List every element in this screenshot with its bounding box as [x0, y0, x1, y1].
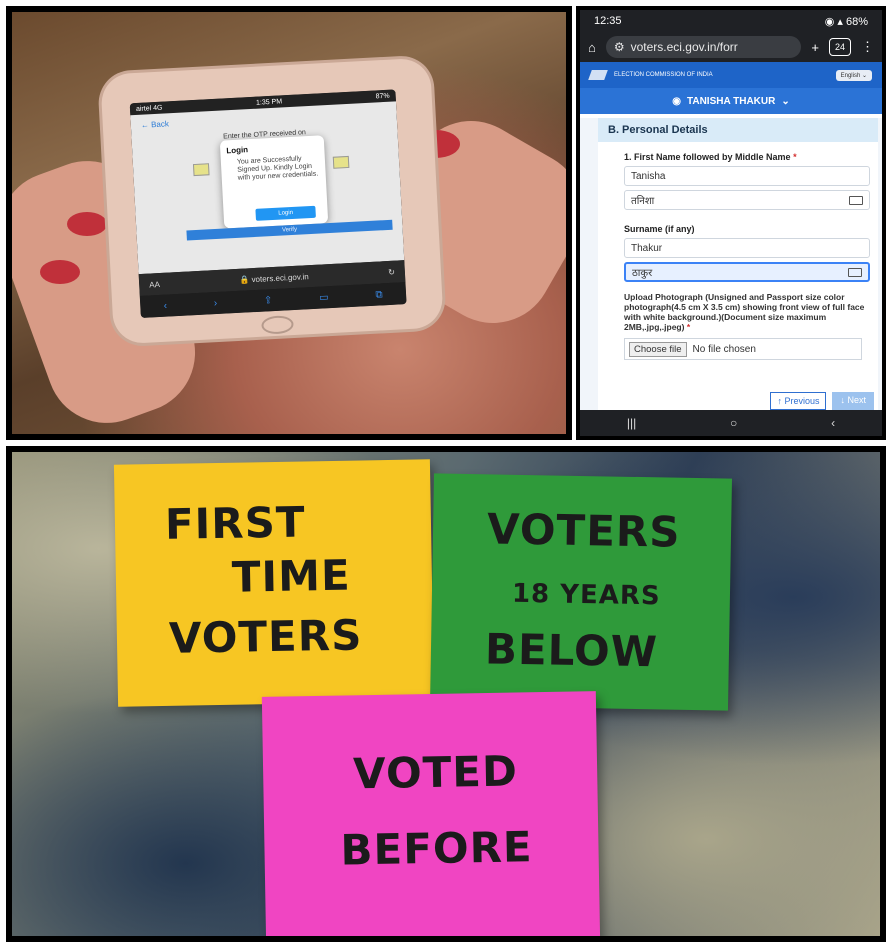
fabric-background: FIRST TIME VOTERS VOTERS 18 YEARS BELOW … [12, 452, 880, 936]
dialog-message: You are Successfully Signed Up. Kindly L… [236, 155, 319, 182]
dialog-title: Login [226, 145, 249, 156]
form-area: B. Personal Details 1. First Name follow… [580, 118, 882, 410]
first-name-input[interactable]: Tanisha [624, 166, 870, 186]
upload-photo-label: Upload Photograph (Unsigned and Passport… [624, 292, 865, 332]
url-text: 🔒 voters.eci.gov.in [239, 271, 309, 285]
nail [67, 212, 107, 236]
surname-input[interactable]: Thakur [624, 238, 870, 258]
home-icon[interactable]: ⌂ [588, 40, 596, 55]
eci-logo-icon [588, 70, 608, 80]
photo-background: airtel 4G 1:35 PM 87% ← Back Enter the O… [12, 12, 566, 434]
text-size-button[interactable]: AA [149, 279, 160, 289]
surname-label: Surname (if any) [624, 224, 695, 234]
home-button-icon [261, 315, 294, 335]
nail [40, 260, 80, 284]
voters-18-below-box: VOTERS 18 YEARS BELOW [429, 473, 733, 711]
photo-ballot-boxes: FIRST TIME VOTERS VOTERS 18 YEARS BELOW … [6, 446, 886, 942]
personal-details-card: B. Personal Details 1. First Name follow… [598, 118, 878, 410]
tab-count-button[interactable]: 24 [829, 38, 851, 56]
bookmarks-icon[interactable]: ▭ [319, 292, 329, 303]
iphone: airtel 4G 1:35 PM 87% ← Back Enter the O… [100, 57, 444, 345]
eci-org-name: ELECTION COMMISSION OF INDIA [614, 72, 713, 78]
chevron-down-icon: ⌄ [781, 95, 790, 107]
browser-url-row: ⌂ ⚙ voters.eci.gov.in/forr + 24 ⋮ [580, 32, 882, 62]
box-label-line: VOTERS [168, 610, 363, 663]
forward-arrow-icon[interactable]: › [214, 298, 218, 309]
back-icon[interactable]: ‹ [831, 416, 835, 430]
no-file-text: No file chosen [692, 343, 756, 355]
photo-voter-form: 12:35 ◉ ▴ 68% ⌂ ⚙ voters.eci.gov.in/forr… [576, 6, 886, 440]
user-icon: ◉ [672, 95, 681, 107]
first-name-label: 1. First Name followed by Middle Name * [624, 152, 797, 162]
carrier-label: airtel 4G [135, 104, 163, 113]
form-nav: ↑ Previous ↓ Next [770, 392, 874, 410]
keyboard-icon[interactable] [849, 195, 863, 205]
home-circle-icon[interactable]: ○ [730, 416, 737, 430]
otp-page: ← Back Enter the OTP received on +919811… [130, 101, 405, 275]
new-tab-icon[interactable]: + [811, 40, 819, 55]
recents-icon[interactable]: ||| [627, 416, 636, 430]
back-label: Back [150, 119, 170, 130]
eci-header: ELECTION COMMISSION OF INDIA English ⌄ [580, 62, 882, 88]
file-input[interactable]: Choose file No file chosen [624, 338, 862, 360]
battery-label: ◉ ▴ 68% [824, 15, 868, 28]
voted-before-box: VOTED BEFORE [261, 691, 601, 936]
box-label-line: BEFORE [340, 822, 534, 875]
box-label-line: 18 YEARS [511, 578, 661, 612]
box-label-line: TIME [231, 550, 352, 602]
time-label: 1:35 PM [255, 97, 283, 107]
time-label: 12:35 [594, 15, 622, 27]
box-label-line: VOTERS [486, 504, 681, 557]
login-button[interactable]: Login [255, 205, 316, 221]
otp-digit-box[interactable] [192, 163, 210, 177]
choose-file-button[interactable]: Choose file [629, 341, 687, 357]
tabs-icon[interactable]: ⧉ [375, 289, 383, 300]
box-label-line: BELOW [484, 624, 659, 677]
user-name: TANISHA THAKUR [687, 95, 776, 107]
menu-icon[interactable]: ⋮ [861, 39, 874, 55]
back-arrow-icon[interactable]: ‹ [163, 300, 167, 311]
status-bar: 12:35 ◉ ▴ 68% [580, 10, 882, 32]
share-icon[interactable]: ⇪ [264, 295, 273, 306]
next-button[interactable]: ↓ Next [832, 392, 874, 410]
first-time-voters-box: FIRST TIME VOTERS [113, 459, 435, 707]
android-screen: 12:35 ◉ ▴ 68% ⌂ ⚙ voters.eci.gov.in/forr… [580, 10, 882, 436]
user-menu[interactable]: ◉ TANISHA THAKUR ⌄ [580, 88, 882, 114]
surname-hindi-input[interactable]: ठाकुर [624, 262, 870, 282]
section-title: B. Personal Details [598, 118, 878, 142]
iphone-screen: airtel 4G 1:35 PM 87% ← Back Enter the O… [129, 89, 407, 319]
android-nav-bar: ||| ○ ‹ [580, 410, 882, 436]
keyboard-icon[interactable] [848, 267, 862, 277]
url-field[interactable]: ⚙ voters.eci.gov.in/forr [605, 36, 802, 58]
otp-digit-box[interactable] [332, 155, 350, 169]
previous-button[interactable]: ↑ Previous [770, 392, 827, 410]
photo-phone-login: airtel 4G 1:35 PM 87% ← Back Enter the O… [6, 6, 572, 440]
battery-label: 87% [375, 92, 390, 100]
first-name-hindi-input[interactable]: तनिशा [624, 190, 870, 210]
box-label-line: FIRST [164, 497, 306, 549]
box-label-line: VOTED [352, 746, 519, 799]
reload-icon[interactable]: ↻ [388, 267, 395, 276]
language-select[interactable]: English ⌄ [835, 69, 872, 81]
login-success-dialog: Login You are Successfully Signed Up. Ki… [219, 135, 329, 229]
